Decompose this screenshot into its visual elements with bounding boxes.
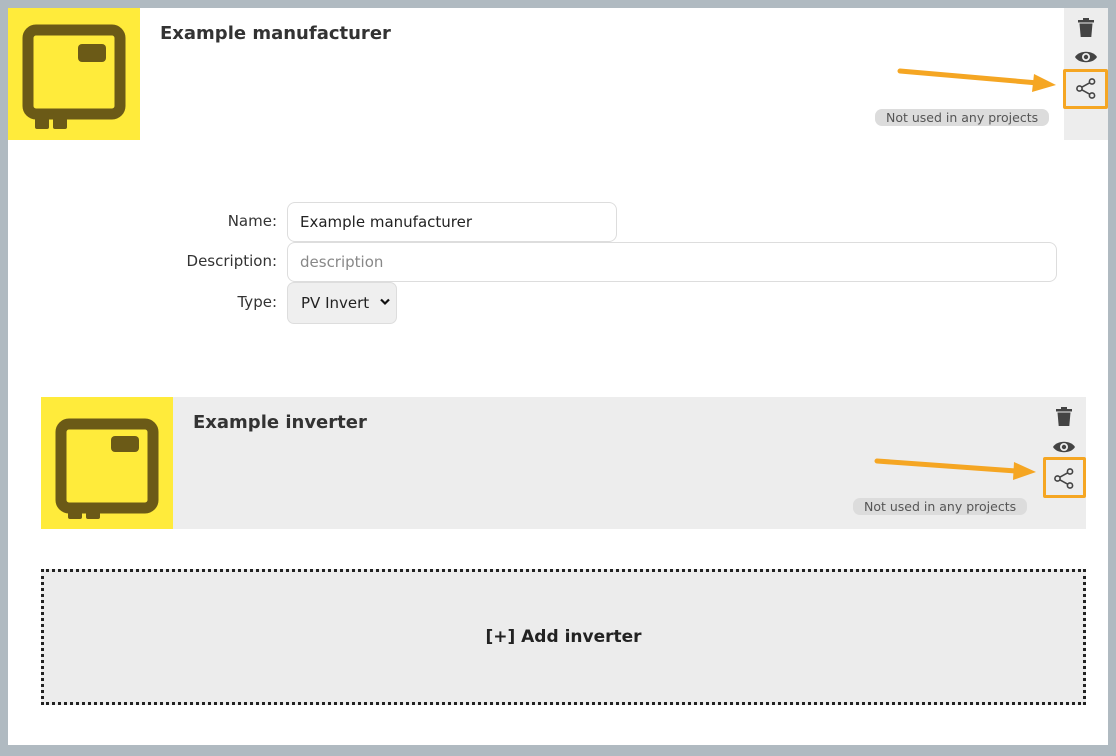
chevron-down-icon: [380, 298, 390, 306]
annotation-arrow: [874, 458, 1036, 480]
type-select[interactable]: PV Invert: [287, 282, 397, 324]
add-inverter-button[interactable]: [+] Add inverter: [41, 569, 1086, 705]
type-select-value: PV Invert: [301, 294, 370, 312]
name-label: Name:: [227, 212, 277, 230]
type-label: Type:: [237, 293, 277, 311]
name-input[interactable]: [287, 202, 617, 242]
page-frame: Example manufacturer Not used in any pro…: [8, 8, 1108, 745]
description-input[interactable]: [287, 242, 1057, 282]
add-inverter-label: [+] Add inverter: [485, 627, 642, 647]
annotation-arrow: [897, 68, 1056, 92]
description-label: Description:: [186, 252, 277, 270]
